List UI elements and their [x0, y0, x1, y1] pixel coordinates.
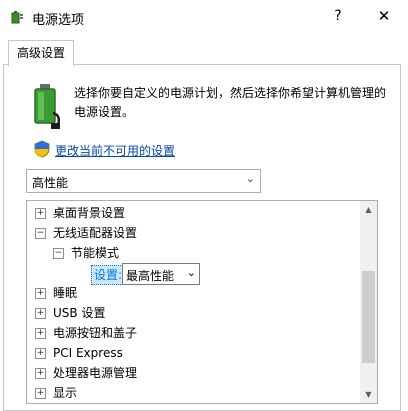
scroll-up-arrow-icon[interactable]: ▲: [360, 201, 377, 218]
power-saving-mode-select[interactable]: 最高性能 ⌄: [122, 263, 200, 285]
intro-text: 选择你要自定义的电源计划，然后选择你希望计算机管理的电源设置。: [74, 86, 387, 119]
tab-strip: 高级设置: [0, 34, 408, 66]
tree-item-usb-settings[interactable]: + USB 设置: [35, 303, 105, 323]
tab-advanced-settings[interactable]: 高级设置: [8, 40, 75, 66]
chevron-down-icon: ⌄: [245, 172, 255, 185]
collapse-icon[interactable]: −: [53, 248, 64, 259]
power-saving-mode-value: 最高性能: [126, 269, 175, 283]
collapse-icon[interactable]: −: [35, 228, 46, 239]
expand-icon[interactable]: +: [35, 208, 46, 219]
vertical-scrollbar[interactable]: ▲ ▼: [360, 201, 377, 403]
uac-shield-icon: [34, 140, 50, 158]
tree-item-processor-power[interactable]: + 处理器电源管理: [35, 363, 137, 383]
close-button[interactable]: ✕: [372, 3, 396, 29]
power-plan-select[interactable]: 高性能 ⌄: [26, 169, 261, 193]
settings-tree[interactable]: + 桌面背景设置 − 无线适配器设置 − 节能模式 设置: 最高性能 ⌄ + 睡眠 + U…: [26, 200, 378, 404]
expand-icon[interactable]: +: [35, 308, 46, 319]
tree-item-desktop-background[interactable]: + 桌面背景设置: [35, 203, 125, 223]
power-options-icon: [11, 11, 23, 24]
battery-plug-icon: [34, 84, 61, 129]
scroll-thumb[interactable]: [362, 271, 375, 363]
expand-icon[interactable]: +: [35, 368, 46, 379]
title-bar: 电源选项 ? ✕: [0, 0, 408, 34]
change-unavailable-settings-link[interactable]: 更改当前不可用的设置: [55, 142, 175, 159]
scroll-down-arrow-icon[interactable]: ▼: [360, 386, 377, 403]
tree-item-power-saving-mode[interactable]: − 节能模式: [53, 243, 119, 263]
window-title: 电源选项: [32, 13, 85, 28]
chevron-down-icon: ⌄: [186, 266, 196, 279]
setting-label[interactable]: 设置:: [91, 265, 126, 285]
tree-item-wireless-adapter[interactable]: − 无线适配器设置: [35, 223, 137, 243]
expand-icon[interactable]: +: [35, 348, 46, 359]
power-plan-value: 高性能: [32, 176, 69, 190]
tree-item-sleep[interactable]: + 睡眠: [35, 283, 77, 303]
tree-item-display[interactable]: + 显示: [35, 383, 77, 403]
expand-icon[interactable]: +: [35, 328, 46, 339]
tree-item-pci-express[interactable]: + PCI Express: [35, 343, 123, 363]
help-button[interactable]: ?: [326, 3, 350, 29]
tree-item-power-buttons-lid[interactable]: + 电源按钮和盖子: [35, 323, 137, 343]
expand-icon[interactable]: +: [35, 288, 46, 299]
expand-icon[interactable]: +: [35, 388, 46, 399]
